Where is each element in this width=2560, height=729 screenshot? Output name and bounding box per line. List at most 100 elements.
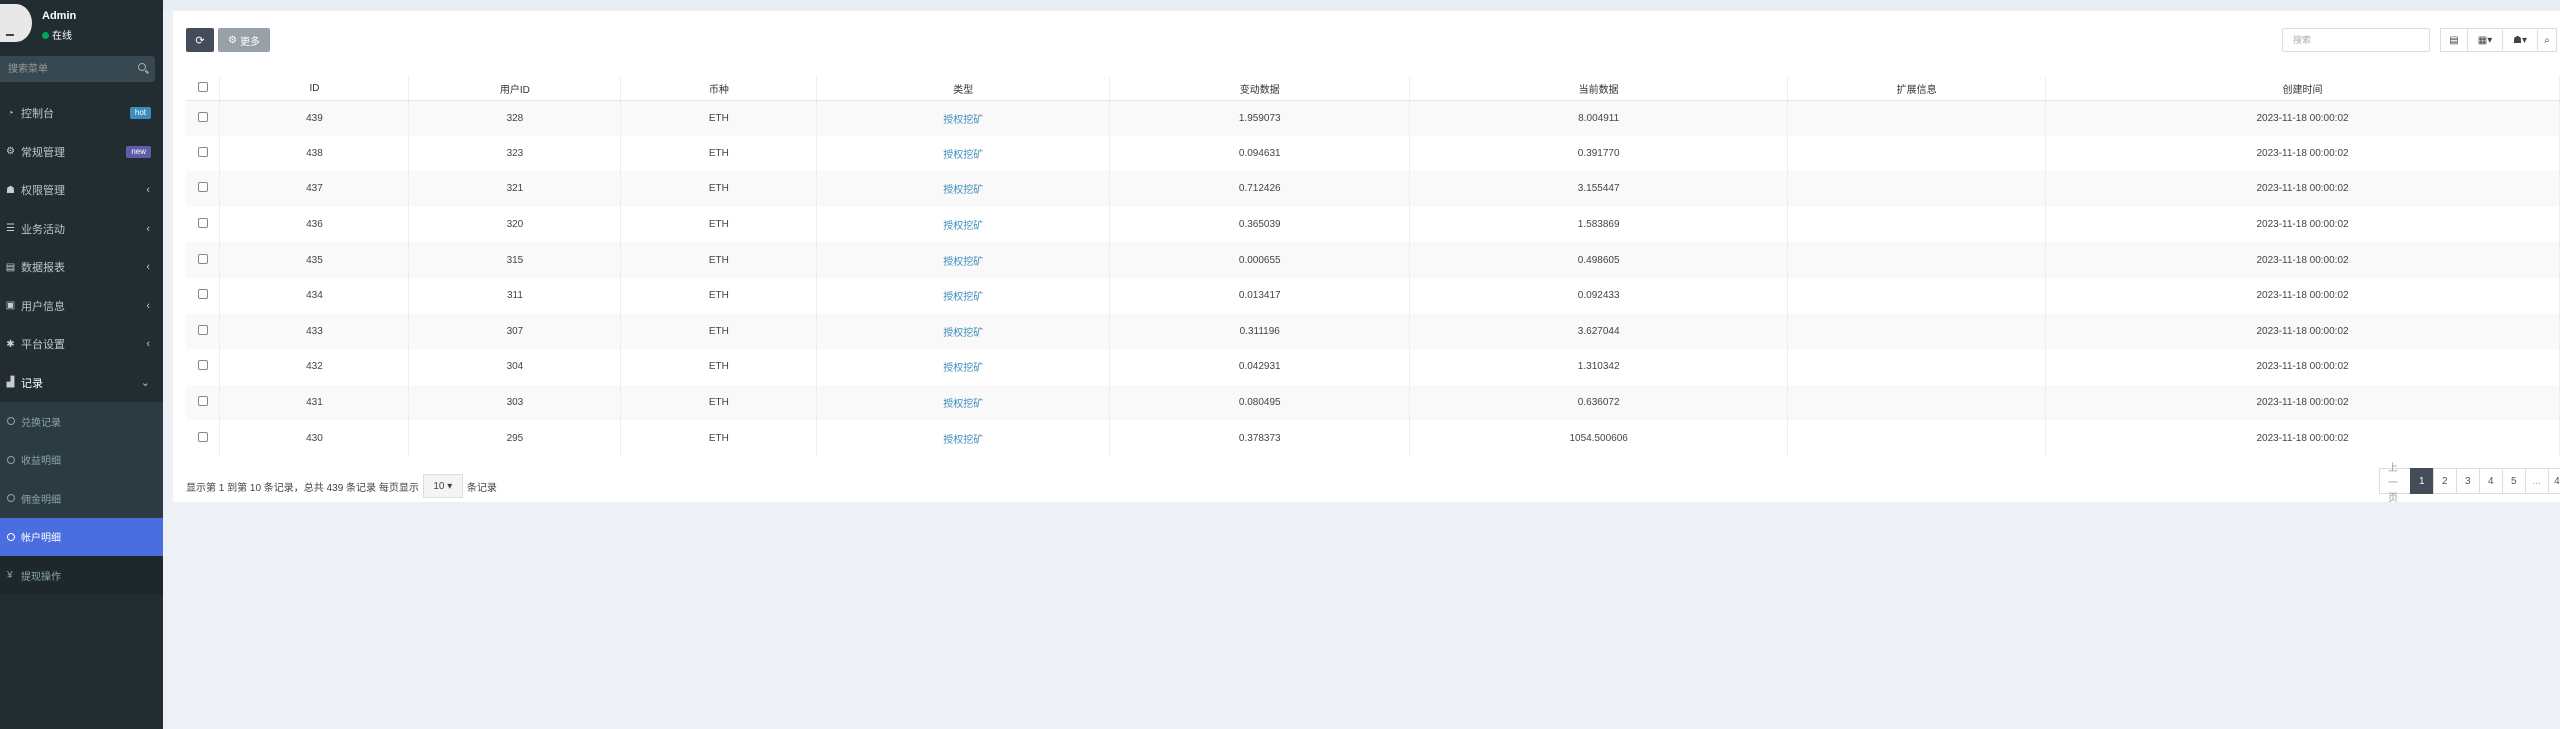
row-checkbox[interactable] — [197, 218, 208, 229]
select-all-checkbox[interactable] — [197, 81, 208, 92]
row-checkbox[interactable] — [197, 360, 208, 371]
submenu-item-2[interactable]: 佣金明细 — [0, 479, 163, 518]
sidebar-item-7[interactable]: ▟ 记录 ⌄ — [0, 364, 163, 403]
type-link[interactable]: 授权挖矿 — [943, 115, 983, 126]
cell-extra — [1787, 349, 2047, 385]
sidebar-item-label: 控制台 — [21, 108, 54, 121]
page-size-dropdown[interactable]: 10 ▾ — [422, 474, 463, 498]
submenu-item-4[interactable]: ¥ 提现操作 — [0, 556, 163, 595]
table-row: 438 323 ETH 授权挖矿 0.094631 0.391770 2023-11-18 … — [186, 135, 2560, 172]
chevron-icon: ‹ — [146, 299, 150, 312]
prev-page-button[interactable]: 上一页 — [2379, 463, 2411, 504]
sidebar-item-4[interactable]: ▤ 数据报表 ‹ — [0, 248, 163, 287]
row-select-cell — [186, 277, 221, 314]
table-search-input[interactable] — [2282, 28, 2430, 52]
chevron-icon: ⌄ — [140, 377, 150, 390]
submenu-item-3[interactable]: 帐户明细 — [0, 517, 163, 556]
advanced-search-button[interactable]: ⌕ — [2537, 28, 2557, 52]
header-current[interactable]: 当前数据 — [1409, 77, 1789, 101]
top-strip — [163, 0, 2560, 10]
user-status: 在线 — [42, 27, 72, 42]
page-button[interactable]: 4 — [2478, 468, 2503, 494]
cell-currency: ETH — [620, 384, 818, 421]
cogs-icon: ⚙ — [6, 146, 15, 158]
table-tools: ▤ ▦▾ ☗▾ ⌕ — [2282, 28, 2557, 52]
row-checkbox[interactable] — [197, 253, 208, 264]
row-checkbox[interactable] — [197, 146, 208, 157]
header-currency[interactable]: 币种 — [620, 77, 818, 101]
type-link[interactable]: 授权挖矿 — [943, 328, 983, 339]
chevron-icon: ‹ — [146, 261, 150, 274]
cell-currency: ETH — [620, 242, 818, 278]
type-link[interactable]: 授权挖矿 — [943, 221, 983, 232]
submenu-label: 帐户明细 — [21, 533, 61, 545]
row-checkbox[interactable] — [197, 431, 208, 442]
type-link[interactable]: 授权挖矿 — [943, 185, 983, 196]
header-change[interactable]: 变动数据 — [1109, 77, 1411, 101]
cell-user-id: 328 — [408, 100, 622, 136]
type-link[interactable]: 授权挖矿 — [943, 363, 983, 374]
cell-extra — [1787, 277, 2047, 314]
sidebar-item-3[interactable]: ☰ 业务活动 ‹ — [0, 210, 163, 249]
more-button[interactable]: ⚙ 更多 — [218, 28, 270, 52]
cell-created: 2023-11-18 00:00:02 — [2045, 349, 2560, 385]
row-checkbox[interactable] — [197, 324, 208, 335]
cell-current: 1.310342 — [1409, 349, 1789, 385]
page-button[interactable]: 5 — [2501, 468, 2526, 494]
cell-currency: ETH — [620, 349, 818, 385]
type-link[interactable]: 授权挖矿 — [943, 399, 983, 410]
header-id[interactable]: ID — [219, 77, 410, 101]
cell-id: 431 — [219, 384, 410, 421]
row-checkbox[interactable] — [197, 289, 208, 300]
page-button[interactable]: 1 — [2409, 468, 2434, 494]
row-checkbox[interactable] — [197, 396, 208, 407]
chevron-icon: ‹ — [146, 222, 150, 235]
sidebar-search-input[interactable] — [0, 56, 130, 82]
row-select-cell — [186, 206, 221, 243]
submenu-item-0[interactable]: 兑换记录 — [0, 402, 163, 441]
cell-currency: ETH — [620, 171, 818, 207]
type-link[interactable]: 授权挖矿 — [943, 150, 983, 161]
type-link[interactable]: 授权挖矿 — [943, 435, 983, 446]
page-button[interactable]: 2 — [2432, 468, 2457, 494]
sidebar-item-label: 常规管理 — [21, 146, 65, 159]
sidebar-item-2[interactable]: ☗ 权限管理 ‹ — [0, 171, 163, 210]
cell-extra — [1787, 242, 2047, 278]
cell-current: 0.636072 — [1409, 384, 1789, 421]
cell-currency: ETH — [620, 313, 818, 350]
circle-icon — [7, 532, 15, 541]
type-link[interactable]: 授权挖矿 — [943, 292, 983, 303]
cell-user-id: 311 — [408, 277, 622, 314]
cell-created: 2023-11-18 00:00:02 — [2045, 206, 2560, 243]
header-extra[interactable]: 扩展信息 — [1787, 77, 2047, 101]
submenu-item-1[interactable]: 收益明细 — [0, 441, 163, 480]
cell-change: 0.311196 — [1109, 313, 1411, 350]
header-created[interactable]: 创建时间 — [2045, 77, 2560, 101]
refresh-button[interactable]: ⟳ — [186, 28, 214, 52]
cell-user-id: 303 — [408, 384, 622, 421]
cell-user-id: 321 — [408, 171, 622, 207]
type-link[interactable]: 授权挖矿 — [943, 257, 983, 268]
header-type[interactable]: 类型 — [816, 77, 1111, 101]
summary-text: 显示第 1 到第 10 条记录，总共 439 条记录 每页显示 — [186, 482, 419, 494]
cell-extra — [1787, 313, 2047, 350]
page-button[interactable]: 3 — [2455, 468, 2480, 494]
row-checkbox[interactable] — [197, 182, 208, 193]
export-button[interactable]: ☗▾ — [2502, 28, 2538, 52]
page-button[interactable]: 44 — [2547, 468, 2560, 494]
row-checkbox[interactable] — [197, 111, 208, 122]
search-icon[interactable] — [138, 63, 146, 71]
page-button[interactable]: ... — [2524, 468, 2549, 494]
cell-current: 0.498605 — [1409, 242, 1789, 278]
sidebar-item-6[interactable]: ✱ 平台设置 ‹ — [0, 325, 163, 364]
cell-change: 0.042931 — [1109, 349, 1411, 385]
sidebar-item-1[interactable]: ⚙ 常规管理 new — [0, 133, 163, 172]
header-user-id[interactable]: 用户ID — [408, 77, 622, 101]
toggle-view-button[interactable]: ▤ — [2440, 28, 2468, 52]
sidebar-search — [0, 56, 155, 82]
chart-icon: ▟ — [6, 377, 15, 389]
columns-button[interactable]: ▦▾ — [2467, 28, 2503, 52]
sidebar-item-0[interactable]: ◔ 控制台 hot — [0, 94, 163, 133]
cell-current: 1.583869 — [1409, 206, 1789, 243]
sidebar-item-5[interactable]: ▣ 用户信息 ‹ — [0, 287, 163, 326]
